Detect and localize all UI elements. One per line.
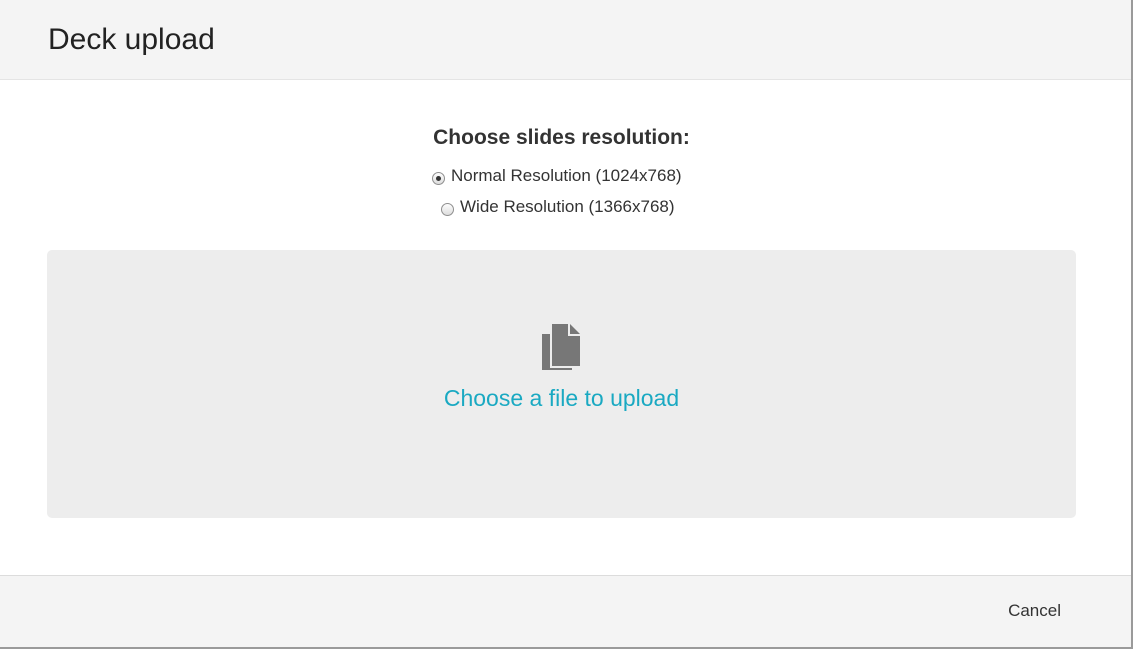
radio-wide-resolution[interactable]: Wide Resolution (1366x768): [441, 196, 675, 218]
radio-button-normal[interactable]: [432, 171, 445, 185]
file-dropzone[interactable]: Choose a file to upload: [47, 250, 1076, 518]
radio-label-wide: Wide Resolution (1366x768): [460, 197, 675, 216]
radio-normal-resolution[interactable]: Normal Resolution (1024x768): [432, 165, 682, 187]
choose-file-link[interactable]: Choose a file to upload: [47, 383, 1076, 413]
dialog-footer: Cancel: [0, 575, 1131, 647]
deck-upload-dialog: Deck upload Choose slides resolution: No…: [0, 0, 1133, 649]
dialog-title: Deck upload: [48, 23, 215, 56]
cancel-button[interactable]: Cancel: [1008, 600, 1061, 622]
resolution-heading: Choose slides resolution:: [433, 126, 690, 149]
radio-button-wide[interactable]: [441, 202, 454, 216]
radio-label-normal: Normal Resolution (1024x768): [451, 166, 682, 185]
dialog-header: Deck upload: [0, 0, 1131, 80]
files-icon: [542, 324, 580, 370]
